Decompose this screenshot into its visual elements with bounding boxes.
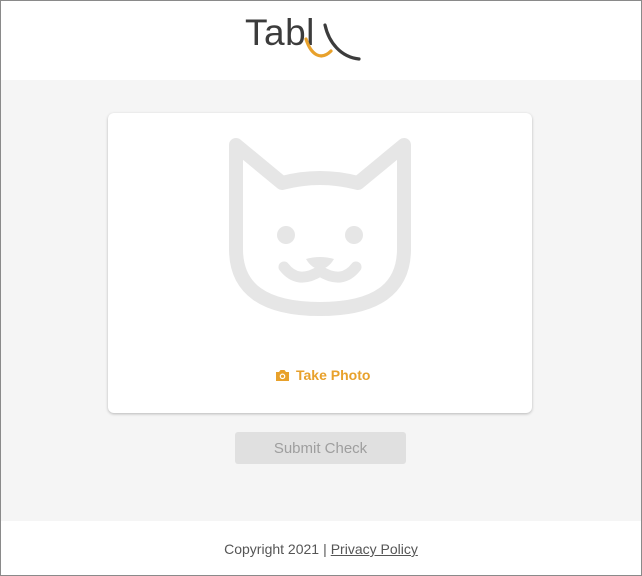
- take-photo-label: Take Photo: [296, 367, 371, 383]
- footer-separator: |: [323, 541, 327, 557]
- submit-check-button[interactable]: Submit Check: [235, 432, 406, 464]
- camera-icon: [276, 369, 289, 381]
- take-photo-button[interactable]: Take Photo: [275, 367, 370, 383]
- footer: Copyright 2021 | Privacy Policy: [1, 521, 641, 575]
- main-content: Take Photo Submit Check: [1, 80, 641, 521]
- header: Tabl: [1, 1, 641, 80]
- privacy-policy-link[interactable]: Privacy Policy: [331, 541, 418, 557]
- app-window: Tabl Take Photo Submit Check Copyright 2…: [0, 0, 642, 576]
- copyright-text: Copyright 2021: [224, 541, 320, 557]
- cat-face-icon: [229, 138, 411, 316]
- photo-card: Take Photo: [108, 113, 532, 413]
- logo-x-mark: [304, 23, 361, 61]
- tably-logo: Tabl: [245, 11, 365, 63]
